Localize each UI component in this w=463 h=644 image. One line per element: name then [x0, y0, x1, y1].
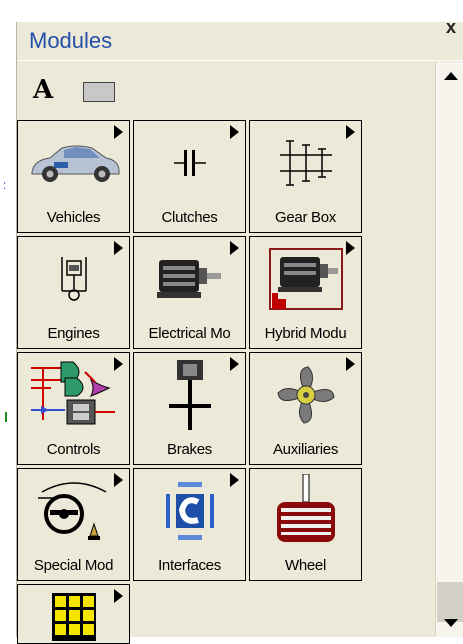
gearbox-icon: [250, 127, 361, 199]
module-electrical[interactable]: Electrical Mo: [133, 236, 246, 349]
module-vehicles[interactable]: Vehicles: [17, 120, 130, 233]
module-auxiliaries[interactable]: Auxiliaries: [249, 352, 362, 465]
module-gear-box[interactable]: Gear Box: [249, 120, 362, 233]
module-clutches[interactable]: Clutches: [133, 120, 246, 233]
hybrid-motor-icon: [250, 243, 361, 315]
module-label: Clutches: [161, 209, 218, 226]
scroll-down-icon[interactable]: [436, 607, 463, 637]
scroll-up-icon[interactable]: [436, 62, 463, 92]
module-wheel[interactable]: Wheel: [249, 468, 362, 581]
background-strip: :: [0, 0, 16, 637]
module-label: Hybrid Modu: [264, 325, 347, 342]
vertical-scrollbar[interactable]: [435, 62, 463, 637]
wheel-icon: [250, 474, 361, 547]
close-icon[interactable]: x: [444, 18, 458, 36]
rectangle-tool-icon[interactable]: [83, 82, 115, 102]
clutch-icon: [134, 127, 245, 199]
module-special[interactable]: Special Mod: [17, 468, 130, 581]
module-label: Interfaces: [158, 557, 221, 574]
module-label: Electrical Mo: [148, 325, 231, 342]
module-label: Auxiliaries: [272, 441, 339, 458]
module-hybrid[interactable]: Hybrid Modu: [249, 236, 362, 349]
module-controls[interactable]: Controls: [17, 352, 130, 465]
module-label: Brakes: [167, 441, 212, 458]
steering-wheel-icon: [18, 475, 129, 547]
module-label: Special Mod: [33, 557, 114, 574]
engine-icon: [18, 243, 129, 315]
module-label: Engines: [47, 325, 100, 342]
modules-panel: Modules A Vehicles Clutches Gear Box Eng…: [16, 22, 463, 644]
yellow-grid-icon: [18, 591, 129, 643]
interface-c-icon: [134, 475, 245, 547]
text-tool-button[interactable]: A: [33, 74, 53, 106]
panel-title: Modules: [29, 28, 113, 53]
car-icon: [18, 127, 129, 199]
module-brakes[interactable]: Brakes: [133, 352, 246, 465]
module-label: Wheel: [284, 557, 327, 574]
module-label: Vehicles: [46, 209, 101, 226]
module-grid-partial[interactable]: [17, 584, 130, 644]
module-label: Controls: [46, 441, 101, 458]
left-edge-marker: :: [3, 178, 7, 192]
module-label: Gear Box: [275, 209, 336, 226]
module-interfaces[interactable]: Interfaces: [133, 468, 246, 581]
logic-gates-icon: [18, 359, 129, 431]
fan-icon: [250, 359, 361, 431]
brake-icon: [134, 359, 245, 431]
module-engines[interactable]: Engines: [17, 236, 130, 349]
title-divider: [17, 60, 463, 61]
left-edge-tick: [5, 412, 7, 422]
electric-motor-icon: [134, 243, 245, 315]
